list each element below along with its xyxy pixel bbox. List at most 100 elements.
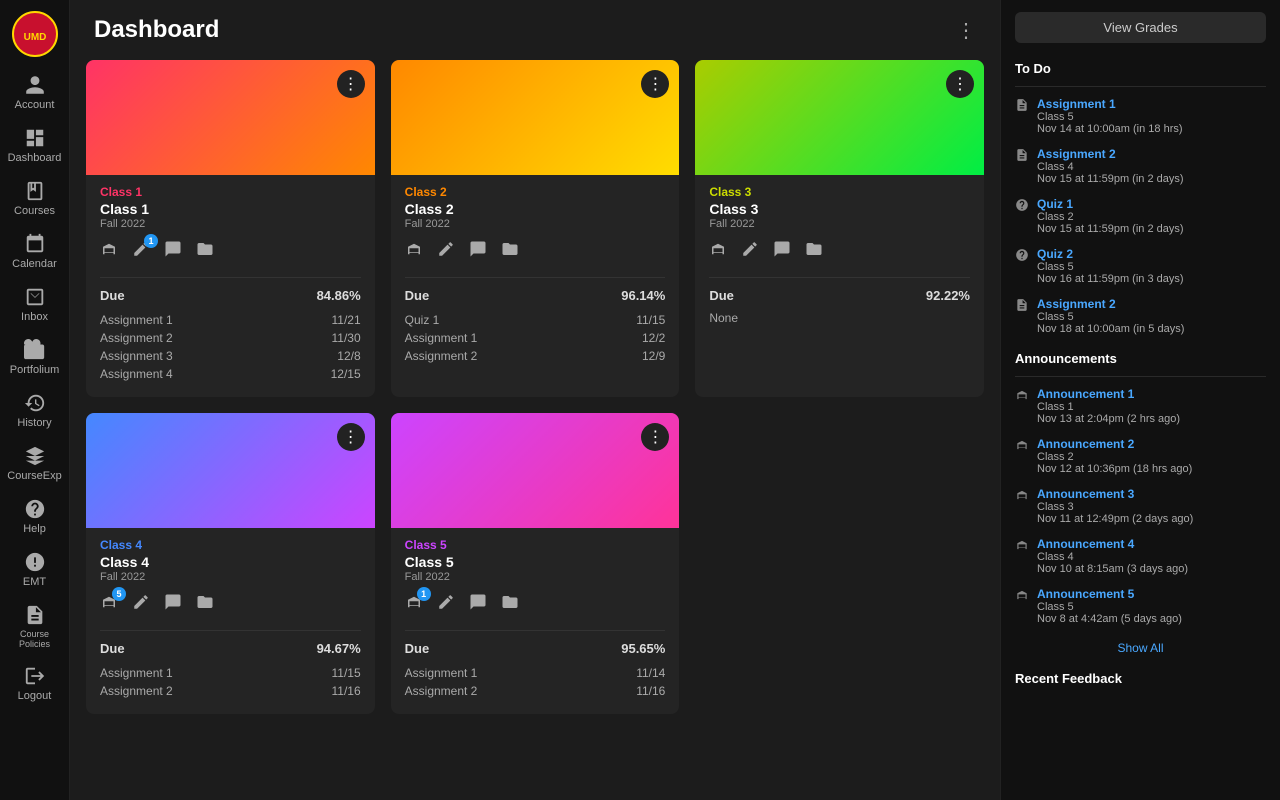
card-term: Fall 2022 xyxy=(405,218,666,230)
card-due-row: Due 92.22% xyxy=(709,288,970,303)
sidebar-label-portfolium: Portfolium xyxy=(10,364,60,376)
course-card-class3[interactable]: ⋮ Class 3 Class 3 Fall 2022 xyxy=(695,60,984,397)
announcement-title[interactable]: Announcement 5 xyxy=(1037,587,1182,601)
assignment-name: Assignment 2 xyxy=(100,331,173,345)
sidebar-item-emt[interactable]: EMT xyxy=(0,543,69,596)
card-body: Class 4 Class 4 Fall 2022 5 xyxy=(86,528,375,714)
assignment-due: 11/21 xyxy=(332,313,361,327)
todo-content: Assignment 2 Class 5 Nov 18 at 10:00am (… xyxy=(1037,297,1184,335)
assignment-due: 11/14 xyxy=(636,666,665,680)
folder-icon[interactable] xyxy=(501,593,519,616)
card-term: Fall 2022 xyxy=(100,571,361,583)
announcements-section-title: Announcements xyxy=(1015,351,1266,366)
announcement-title[interactable]: Announcement 1 xyxy=(1037,387,1180,401)
assignment-row: Assignment 1 11/15 xyxy=(100,664,361,682)
sidebar-label-courses: Courses xyxy=(14,205,55,217)
announcements-icon[interactable]: 5 xyxy=(100,593,118,616)
svg-text:UMD: UMD xyxy=(23,32,46,43)
todo-title[interactable]: Quiz 1 xyxy=(1037,197,1184,211)
sidebar-item-coursepolicies[interactable]: Course Policies xyxy=(0,596,69,657)
sidebar-item-calendar[interactable]: Calendar xyxy=(0,225,69,278)
view-grades-button[interactable]: View Grades xyxy=(1015,12,1266,43)
todo-title[interactable]: Quiz 2 xyxy=(1037,247,1184,261)
edit-icon[interactable] xyxy=(437,240,455,263)
announcement-class: Class 2 xyxy=(1037,451,1192,463)
todo-time: Nov 15 at 11:59pm (in 2 days) xyxy=(1037,173,1184,185)
announcement-icon xyxy=(1015,438,1029,455)
card-menu-button[interactable]: ⋮ xyxy=(337,423,365,451)
edit-icon[interactable] xyxy=(132,593,150,616)
more-options-button[interactable]: ⋮ xyxy=(956,18,976,43)
sidebar-item-portfolium[interactable]: Portfolium xyxy=(0,331,69,384)
course-card-class4[interactable]: ⋮ Class 4 Class 4 Fall 2022 5 xyxy=(86,413,375,714)
announcements-icon[interactable]: 1 xyxy=(405,593,423,616)
announcements-icon[interactable] xyxy=(405,240,423,263)
page-title: Dashboard xyxy=(94,16,219,44)
card-score: 96.14% xyxy=(621,288,665,303)
todo-title[interactable]: Assignment 2 xyxy=(1037,147,1184,161)
university-logo[interactable]: UMD xyxy=(11,10,59,58)
folder-icon[interactable] xyxy=(805,240,823,263)
sidebar-item-logout[interactable]: Logout xyxy=(0,657,69,710)
sidebar-item-courses[interactable]: Courses xyxy=(0,172,69,225)
sidebar-label-emt: EMT xyxy=(23,576,46,588)
sidebar-item-inbox[interactable]: Inbox xyxy=(0,278,69,331)
assignment-name: Assignment 2 xyxy=(405,684,478,698)
announcement-title[interactable]: Announcement 4 xyxy=(1037,537,1188,551)
chat-icon[interactable] xyxy=(469,593,487,616)
course-card-class5[interactable]: ⋮ Class 5 Class 5 Fall 2022 1 xyxy=(391,413,680,714)
sidebar-item-dashboard[interactable]: Dashboard xyxy=(0,119,69,172)
todo-title[interactable]: Assignment 2 xyxy=(1037,297,1184,311)
courses-grid: ⋮ Class 1 Class 1 Fall 2022 1 xyxy=(70,52,1000,800)
announcement-time: Nov 10 at 8:15am (3 days ago) xyxy=(1037,563,1188,575)
folder-icon[interactable] xyxy=(196,593,214,616)
card-menu-button[interactable]: ⋮ xyxy=(641,423,669,451)
todo-item: Assignment 2 Class 4 Nov 15 at 11:59pm (… xyxy=(1015,147,1266,185)
edit-icon[interactable]: 1 xyxy=(132,240,150,263)
edit-icon[interactable] xyxy=(741,240,759,263)
card-class-fullname: Class 4 xyxy=(100,554,361,570)
chat-icon[interactable] xyxy=(164,240,182,263)
todo-content: Quiz 2 Class 5 Nov 16 at 11:59pm (in 3 d… xyxy=(1037,247,1184,285)
card-body: Class 2 Class 2 Fall 2022 xyxy=(391,175,680,379)
card-score: 84.86% xyxy=(317,288,361,303)
assignment-row: Assignment 2 11/16 xyxy=(100,682,361,700)
folder-icon[interactable] xyxy=(196,240,214,263)
announcement-icon xyxy=(1015,588,1029,605)
announcement-icon xyxy=(1015,388,1029,405)
sidebar-item-account[interactable]: Account xyxy=(0,66,69,119)
announcement-title[interactable]: Announcement 3 xyxy=(1037,487,1193,501)
edit-icon[interactable] xyxy=(437,593,455,616)
sidebar-item-courseexp[interactable]: CourseExp xyxy=(0,437,69,490)
announcements-icon[interactable] xyxy=(100,240,118,263)
card-menu-button[interactable]: ⋮ xyxy=(946,70,974,98)
card-menu-button[interactable]: ⋮ xyxy=(337,70,365,98)
announcement-time: Nov 13 at 2:04pm (2 hrs ago) xyxy=(1037,413,1180,425)
sidebar-item-history[interactable]: History xyxy=(0,384,69,437)
assignment-name: Assignment 2 xyxy=(100,684,173,698)
sidebar-label-courseexp: CourseExp xyxy=(7,470,61,482)
course-card-class1[interactable]: ⋮ Class 1 Class 1 Fall 2022 1 xyxy=(86,60,375,397)
card-action-icons: 1 xyxy=(405,593,666,616)
todo-content: Assignment 1 Class 5 Nov 14 at 10:00am (… xyxy=(1037,97,1183,135)
assignment-due: 11/30 xyxy=(332,331,361,345)
top-bar: Dashboard ⋮ xyxy=(70,0,1000,52)
sidebar-item-help[interactable]: Help xyxy=(0,490,69,543)
card-body: Class 3 Class 3 Fall 2022 xyxy=(695,175,984,339)
card-action-icons: 5 xyxy=(100,593,361,616)
todo-title[interactable]: Assignment 1 xyxy=(1037,97,1183,111)
todo-content: Quiz 1 Class 2 Nov 15 at 11:59pm (in 2 d… xyxy=(1037,197,1184,235)
card-class-fullname: Class 1 xyxy=(100,201,361,217)
card-menu-button[interactable]: ⋮ xyxy=(641,70,669,98)
folder-icon[interactable] xyxy=(501,240,519,263)
announcements-icon[interactable] xyxy=(709,240,727,263)
chat-icon[interactable] xyxy=(164,593,182,616)
chat-icon[interactable] xyxy=(773,240,791,263)
chat-icon[interactable] xyxy=(469,240,487,263)
course-card-class2[interactable]: ⋮ Class 2 Class 2 Fall 2022 xyxy=(391,60,680,397)
announcement-title[interactable]: Announcement 2 xyxy=(1037,437,1192,451)
show-all-button[interactable]: Show All xyxy=(1015,641,1266,655)
card-banner: ⋮ xyxy=(391,413,680,528)
announcement-time: Nov 11 at 12:49pm (2 days ago) xyxy=(1037,513,1193,525)
announcement-item: Announcement 3 Class 3 Nov 11 at 12:49pm… xyxy=(1015,487,1266,525)
